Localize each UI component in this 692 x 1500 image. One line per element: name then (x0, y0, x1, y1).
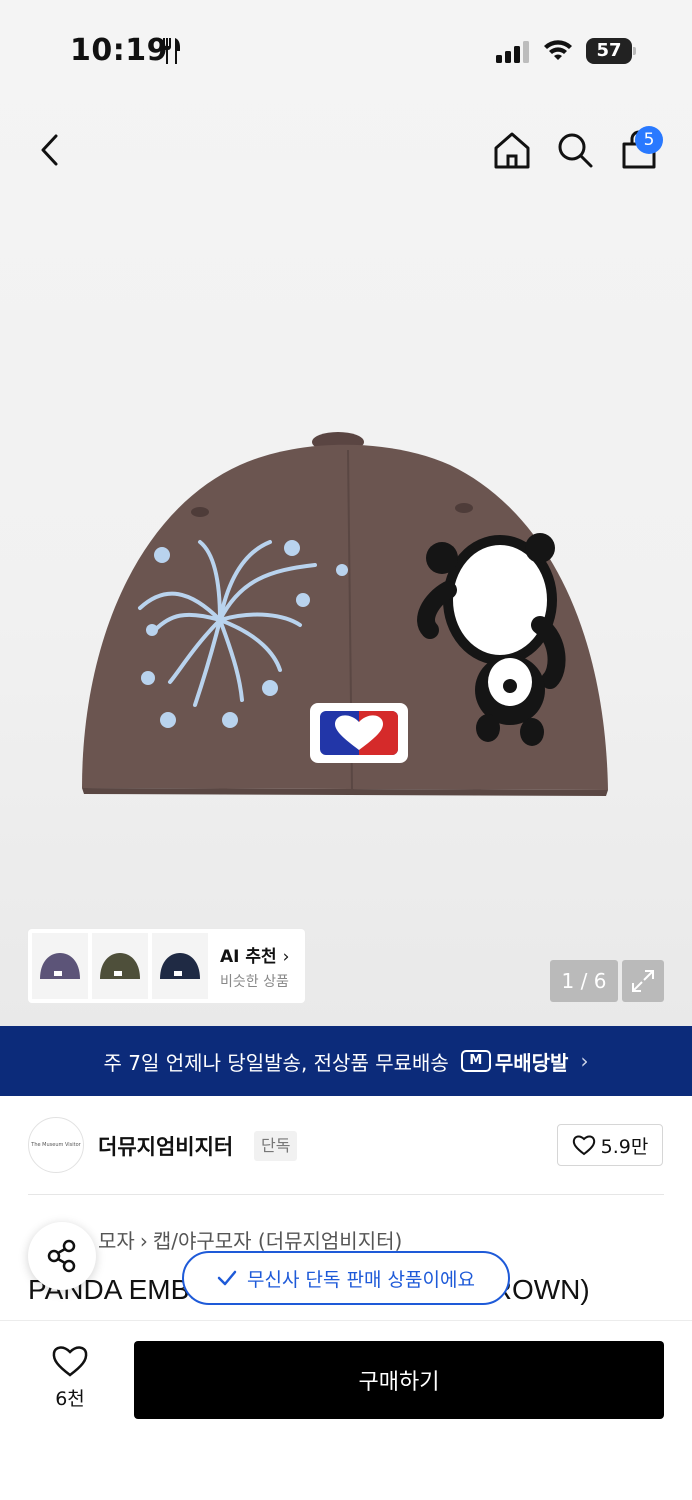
share-icon (47, 1239, 76, 1273)
free-delivery-badge: M 무배당발 (460, 1047, 569, 1076)
fork-knife-icon (163, 38, 180, 64)
heart-icon (572, 1135, 595, 1156)
wifi-icon (544, 40, 572, 60)
home-button[interactable] (490, 128, 534, 172)
back-button[interactable] (28, 128, 72, 172)
olive-cap-thumbnail (100, 953, 140, 979)
share-button[interactable] (28, 1222, 96, 1290)
ai-recommendation-title: AI 추천 (220, 946, 277, 967)
exclusive-toast: 무신사 단독 판매 상품이에요 (182, 1251, 510, 1305)
home-icon (494, 132, 530, 169)
ai-recommendation-subtitle: 비슷한 상품 (220, 973, 289, 990)
brand-like-count: 5.9만 (600, 1135, 649, 1158)
cellular-signal-icon (496, 41, 529, 63)
navy-cap-thumbnail (160, 953, 200, 979)
search-button[interactable] (553, 128, 597, 172)
purple-cap-thumbnail (40, 953, 80, 979)
battery-tip (633, 47, 636, 55)
expand-icon (632, 970, 654, 992)
delivery-truck-icon: M (460, 1050, 491, 1072)
cart-count-badge: 5 (635, 126, 663, 154)
recommendation-thumbnail[interactable] (32, 933, 88, 999)
delivery-banner[interactable]: 주 7일 언제나 당일발송, 전상품 무료배송 M 무배당발 › (0, 1026, 692, 1096)
ai-recommendation-card[interactable]: AI 추천 › 비슷한 상품 (28, 929, 305, 1003)
ai-recommendation-text[interactable]: AI 추천 › 비슷한 상품 (220, 942, 289, 991)
search-icon (558, 133, 593, 168)
battery-indicator: 57 (586, 38, 632, 64)
heart-icon (52, 1346, 88, 1377)
brand-like-button[interactable]: 5.9만 (557, 1124, 663, 1166)
product-cap-image (82, 432, 608, 796)
free-delivery-label: 무배당발 (494, 1050, 569, 1075)
check-icon (217, 1270, 237, 1286)
exclusive-tag: 단독 (254, 1131, 298, 1161)
brand-name[interactable]: 더뮤지엄비지터 (98, 1131, 233, 1161)
breadcrumb-subcategory[interactable]: 캡/야구모자 (더뮤지엄비지터) (153, 1229, 403, 1253)
divider (28, 1194, 664, 1195)
breadcrumb-separator: › (139, 1229, 148, 1253)
chevron-left-icon (41, 134, 58, 166)
image-counter: 1 / 6 (550, 960, 618, 1002)
exclusive-toast-text: 무신사 단독 판매 상품이에요 (247, 1268, 475, 1291)
status-time: 10:19 (70, 33, 168, 68)
recommendation-thumbnail[interactable] (152, 933, 208, 999)
buy-button[interactable]: 구매하기 (134, 1341, 664, 1419)
chevron-right-icon: › (580, 1049, 589, 1073)
recommendation-thumbnail[interactable] (92, 933, 148, 999)
chevron-right-icon: › (282, 946, 290, 967)
breadcrumb-category[interactable]: 모자 (98, 1229, 135, 1253)
wishlist-count: 6천 (55, 1388, 85, 1410)
status-bar: 10:19 57 (0, 0, 692, 100)
brand-logo[interactable]: The Museum Visitor (28, 1117, 84, 1173)
delivery-banner-text: 주 7일 언제나 당일발송, 전상품 무료배송 (103, 1050, 449, 1075)
expand-image-button[interactable] (622, 960, 664, 1002)
wishlist-button[interactable]: 6천 (30, 1344, 110, 1411)
